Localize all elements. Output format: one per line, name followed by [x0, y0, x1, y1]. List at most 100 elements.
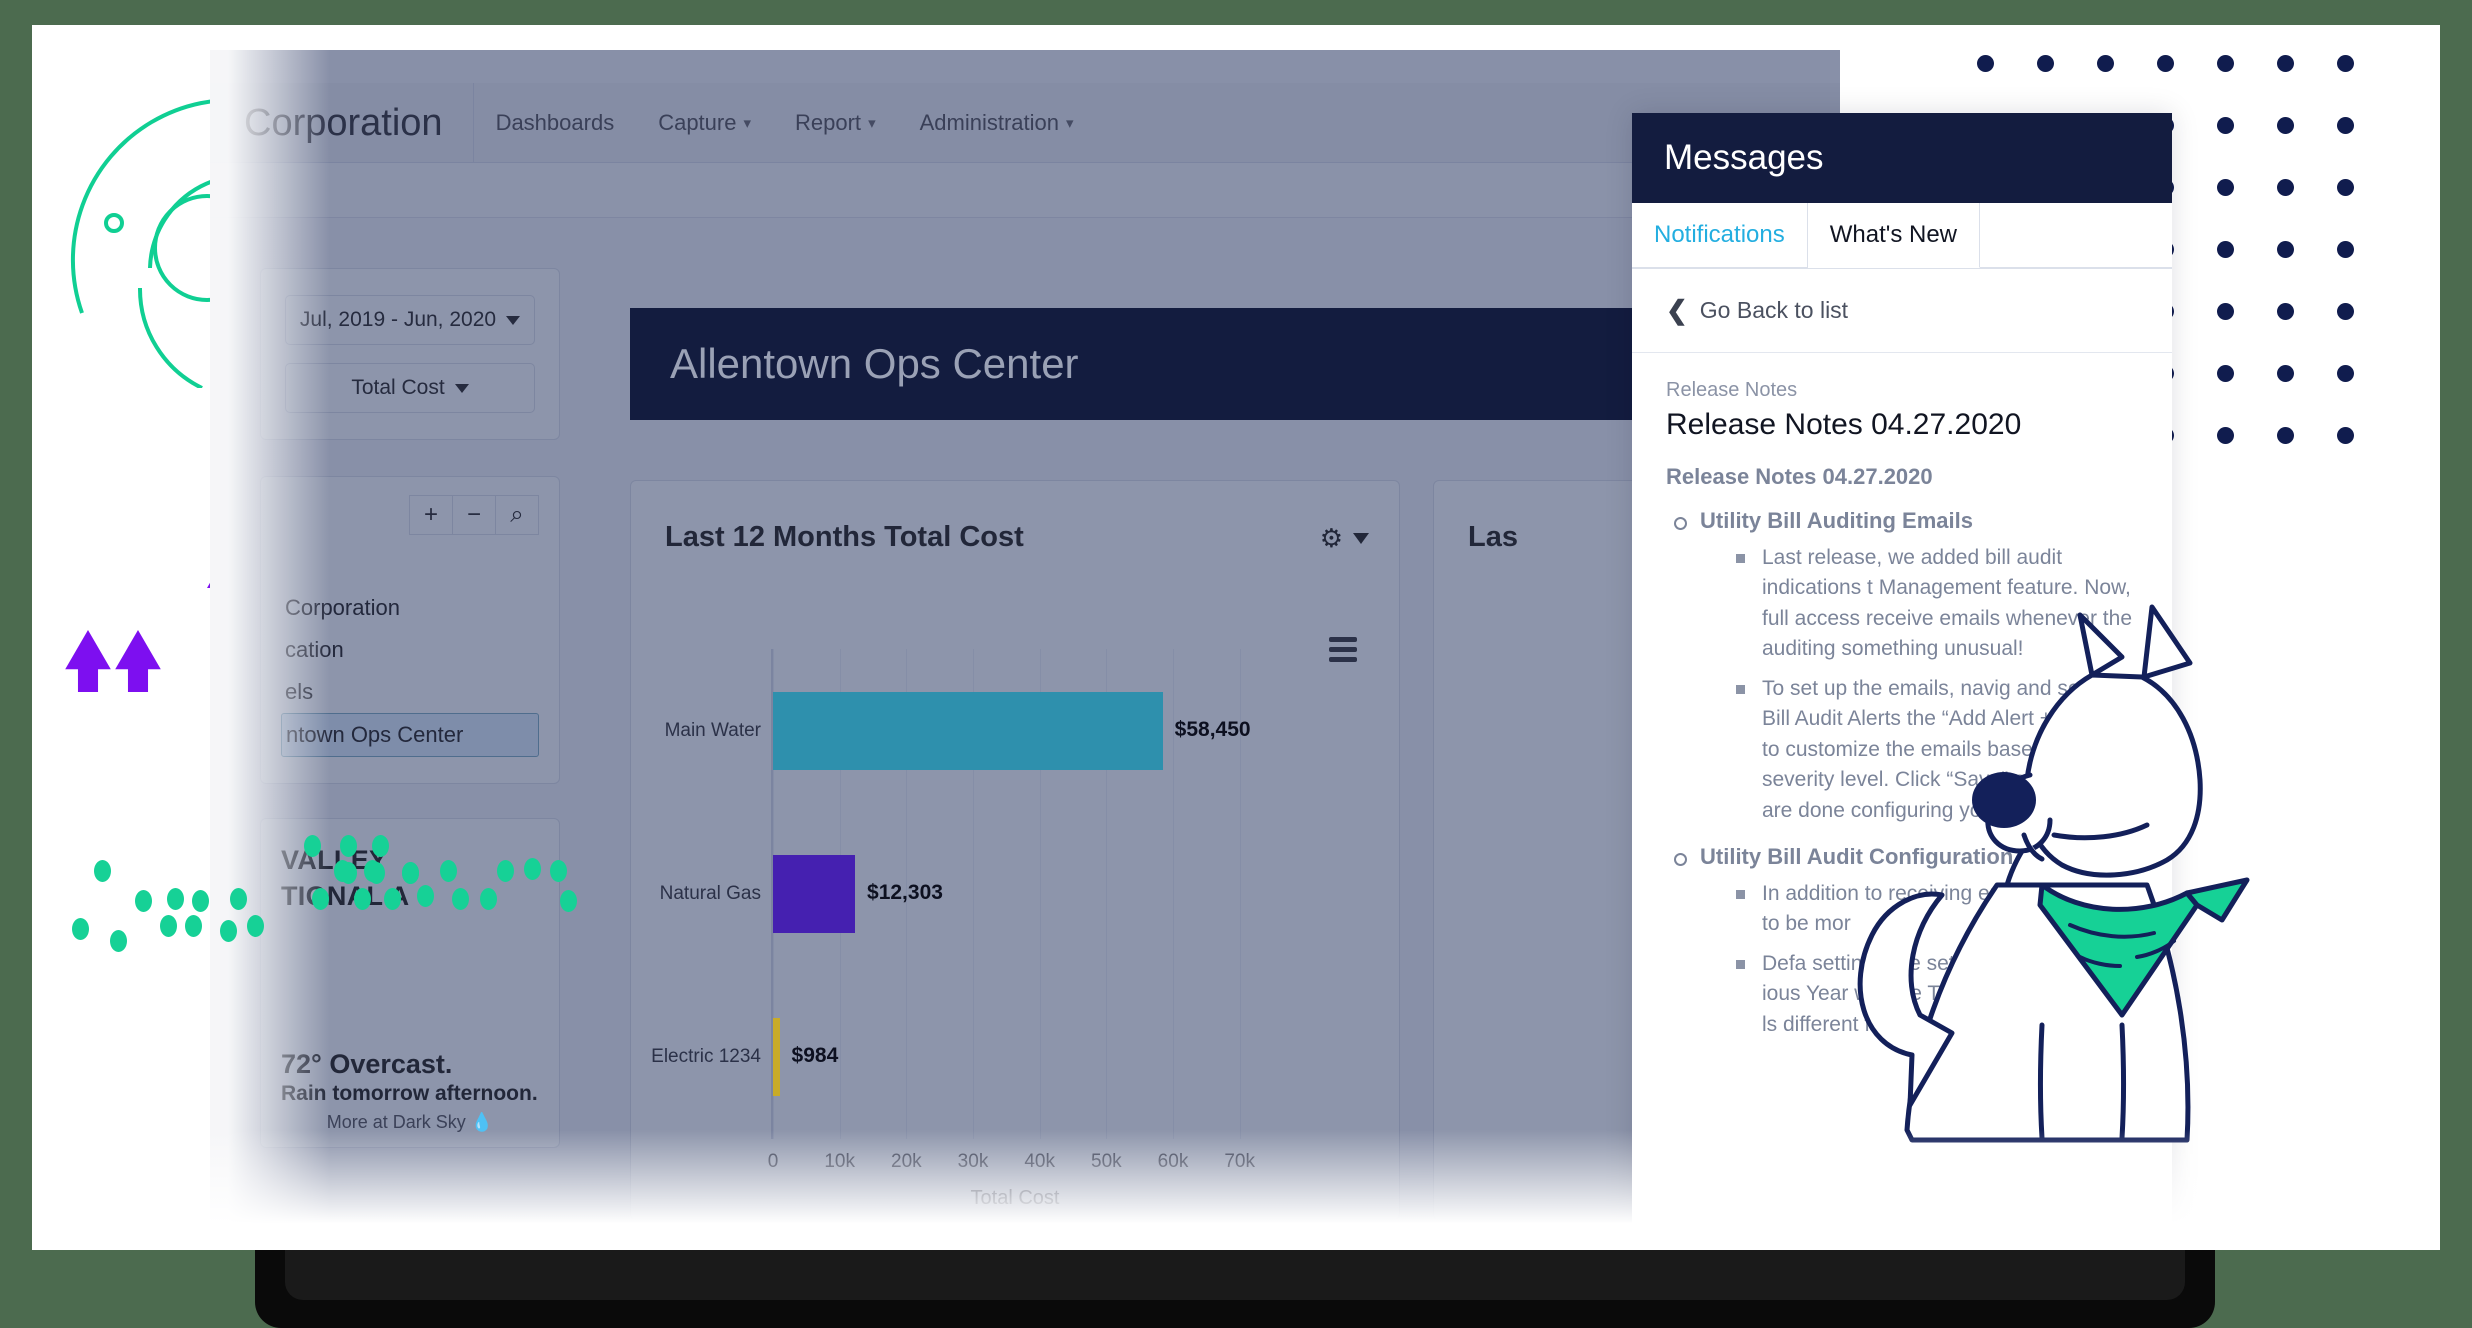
chart-x-tick: 30k	[957, 1151, 989, 1172]
weather-attribution-link[interactable]: More at Dark Sky 💧	[281, 1112, 539, 1133]
weather-forecast: Rain tomorrow afternoon.	[281, 1082, 538, 1105]
green-dot	[340, 835, 357, 857]
messages-title: Messages	[1664, 138, 1824, 177]
laptop-base	[255, 1245, 2215, 1328]
green-dot	[560, 890, 577, 912]
nav-item-administration[interactable]: Administration ▾	[898, 110, 1096, 136]
dot-grid-dot	[2157, 55, 2174, 72]
brand-title: Corporation	[210, 82, 474, 163]
tree-item-corporation[interactable]: Corporation	[281, 587, 539, 629]
date-range-dropdown[interactable]: Jul, 2019 - Jun, 2020	[285, 295, 535, 345]
nav-label: Administration	[919, 109, 1059, 135]
green-dot	[230, 888, 247, 910]
green-dot	[220, 920, 237, 942]
chart-bar[interactable]	[773, 1018, 780, 1097]
green-dot	[72, 918, 89, 940]
tree-toolbar: + − ⌕	[281, 495, 539, 535]
chart-x-tick: 20k	[891, 1151, 922, 1172]
chart-settings-control[interactable]: ⚙	[1320, 523, 1369, 554]
nav-item-capture[interactable]: Capture ▾	[636, 110, 773, 136]
dot-grid-dot	[2217, 179, 2234, 196]
weather-attribution-label: More at Dark Sky	[326, 1112, 466, 1132]
measure-dropdown[interactable]: Total Cost	[285, 363, 535, 413]
release-notes-kicker: Release Notes	[1666, 379, 1798, 401]
tree-search-button[interactable]: ⌕	[495, 495, 539, 535]
dot-grid-dot	[2337, 241, 2354, 258]
chart-category-label: Main Water	[664, 719, 761, 741]
dot-grid-dot	[2337, 427, 2354, 444]
release-notes-subheading: Release Notes 04.27.2020	[1666, 464, 1933, 489]
hierarchy-tree-panel: + − ⌕ Corporation cation els ntown Ops C…	[260, 476, 560, 784]
dot-grid-dot	[2217, 241, 2234, 258]
green-dot	[480, 888, 497, 910]
dog-mascot-illustration	[1857, 604, 2250, 1143]
green-dot	[192, 890, 209, 912]
chart-bar[interactable]	[773, 691, 1163, 770]
left-sidebar: Jul, 2019 - Jun, 2020 Total Cost + − ⌕ C…	[260, 268, 560, 1148]
dot-grid-dot	[2217, 117, 2234, 134]
tree-item-levels[interactable]: els	[281, 671, 539, 713]
expand-all-button[interactable]: +	[409, 495, 453, 535]
green-dot	[94, 860, 111, 882]
nav-label: Capture	[658, 109, 737, 135]
dot-grid-dot	[2277, 241, 2294, 258]
chart-category-label: Electric 1234	[651, 1046, 761, 1068]
dot-grid-dot	[1977, 55, 1994, 72]
dot-grid-dot	[2277, 427, 2294, 444]
chart-x-tick: 50k	[1091, 1151, 1122, 1172]
dot-grid-dot	[2097, 55, 2114, 72]
hamburger-icon[interactable]	[1329, 637, 1357, 662]
dot-grid-dot	[2217, 303, 2234, 320]
dot-grid-dot	[2217, 427, 2234, 444]
page-title: Allentown Ops Center	[670, 340, 1079, 387]
green-dot	[550, 860, 567, 882]
nav-label: Dashboards	[495, 109, 615, 135]
release-note-section-heading: Utility Bill Auditing Emails	[1666, 508, 2142, 534]
chart-card: Last 12 Months Total Cost ⚙ Main Water $5…	[630, 480, 1400, 1220]
chart-bar[interactable]	[773, 855, 856, 933]
messages-tabs: Notifications What's New	[1632, 203, 2172, 269]
chevron-down-icon	[454, 383, 469, 393]
tree-item-location[interactable]: cation	[281, 629, 539, 671]
green-dot	[340, 862, 357, 884]
nav-item-dashboards[interactable]: Dashboards	[474, 110, 637, 136]
green-dot	[185, 915, 202, 937]
search-icon: ⌕	[510, 501, 524, 528]
green-dot	[247, 915, 264, 937]
laptop-base-inner	[285, 1245, 2185, 1300]
chart-x-tick: 70k	[1224, 1151, 1255, 1172]
green-dot	[304, 835, 321, 857]
green-dot	[402, 862, 419, 884]
droplet-icon: 💧	[470, 1112, 494, 1132]
collapse-all-button[interactable]: −	[452, 495, 496, 535]
dot-grid-dot	[2277, 55, 2294, 72]
dot-grid-dot	[2337, 303, 2354, 320]
tree-item-allentown-ops-center[interactable]: ntown Ops Center	[281, 713, 539, 757]
dot-grid-dot	[2277, 365, 2294, 382]
go-back-to-list-link[interactable]: ❮ Go Back to list	[1632, 269, 2172, 353]
tab-whats-new[interactable]: What's New	[1808, 203, 1981, 268]
filter-panel: Jul, 2019 - Jun, 2020 Total Cost	[260, 268, 560, 440]
minus-icon: −	[466, 501, 481, 528]
dot-grid-dot	[2337, 55, 2354, 72]
green-dot	[368, 862, 385, 884]
tab-label: What's New	[1829, 221, 1958, 248]
dot-grid-dot	[2217, 55, 2234, 72]
nav-item-report[interactable]: Report ▾	[773, 110, 898, 136]
purple-arrow-decoration	[115, 630, 161, 692]
green-dot	[440, 860, 457, 882]
nav-label: Report	[795, 109, 862, 135]
green-dot	[417, 885, 434, 907]
weather-footer: 72° Overcast. Rain tomorrow afternoon. M…	[281, 1049, 539, 1133]
dot-grid-dot	[2217, 365, 2234, 382]
date-range-label: Jul, 2019 - Jun, 2020	[299, 308, 497, 331]
dot-grid-dot	[2337, 365, 2354, 382]
green-dot	[110, 930, 127, 952]
plus-icon: +	[423, 501, 438, 528]
dot-grid-dot	[2337, 117, 2354, 134]
chevron-down-icon: ▾	[743, 114, 752, 132]
green-dot	[354, 888, 371, 910]
chart-x-tick: 40k	[1024, 1151, 1055, 1172]
tab-notifications[interactable]: Notifications	[1632, 203, 1808, 268]
purple-arrow-decoration	[65, 630, 111, 692]
